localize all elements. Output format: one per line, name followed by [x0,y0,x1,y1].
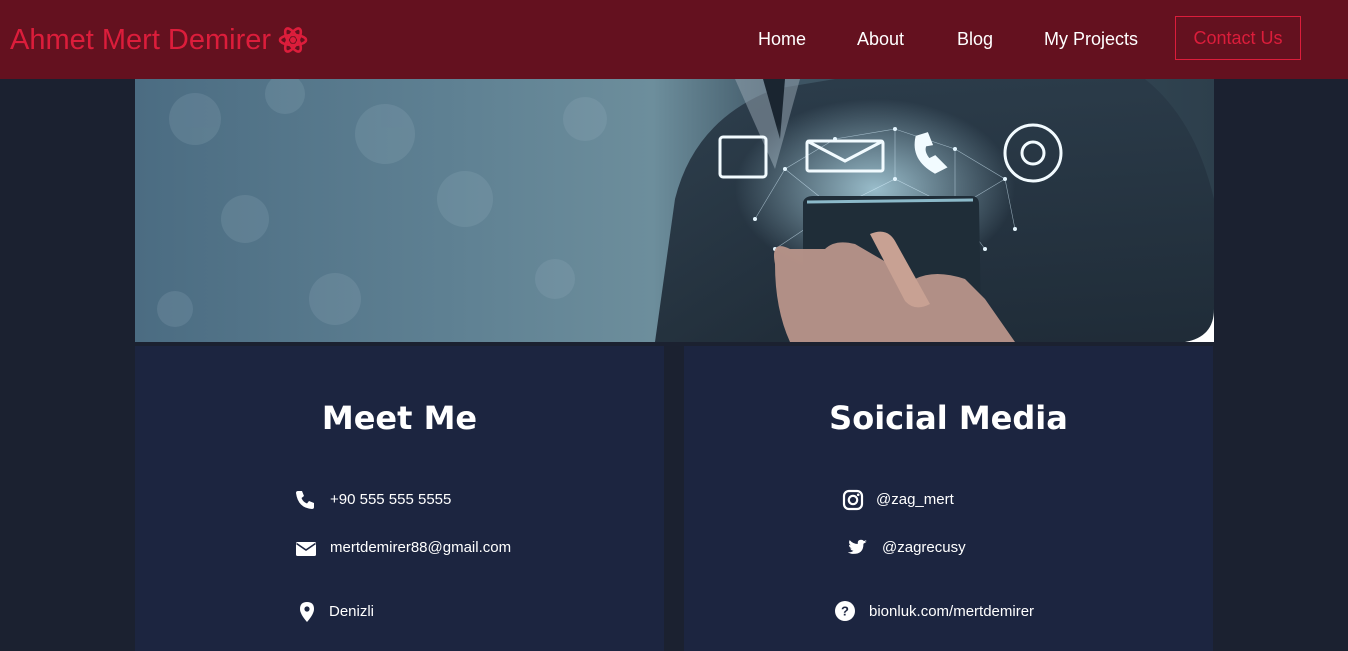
nav-my-projects[interactable]: My Projects [1044,28,1138,50]
brand-link[interactable]: Ahmet Mert Demirer [10,22,309,58]
nav-home[interactable]: Home [758,28,806,50]
envelope-icon [295,538,317,560]
social-media-title: Soicial Media [829,399,1068,437]
twitter-icon [846,537,868,559]
question-circle-icon: ? [834,600,856,622]
contact-us-button[interactable]: Contact Us [1175,16,1301,60]
meet-me-title: Meet Me [321,399,478,437]
phone-icon [294,489,316,511]
phone-number: +90 555 555 5555 [330,491,452,508]
atom-icon [277,24,309,56]
email-link[interactable]: mertdemirer88@gmail.com [330,539,511,557]
social-media-card: Soicial Media @zag_mert @zagrecusy ? bio… [684,346,1213,651]
nav-about[interactable]: About [857,28,904,50]
nav-blog[interactable]: Blog [957,28,993,50]
svg-text:?: ? [841,604,849,619]
hero-banner-image [135,79,1214,342]
meet-me-card: Meet Me +90 555 555 5555 mertdemirer88@g… [135,346,664,651]
brand-name: Ahmet Mert Demirer [10,24,272,56]
instagram-link[interactable]: @zag_mert [876,491,954,509]
twitter-link[interactable]: @zagrecusy [882,539,966,557]
location-text: Denizli [329,603,375,620]
website-link[interactable]: bionluk.com/mertdemirer [869,603,1034,621]
navbar: Ahmet Mert Demirer Home About Blog My Pr… [0,0,1348,79]
instagram-icon [842,489,864,511]
location-pin-icon [296,601,318,623]
